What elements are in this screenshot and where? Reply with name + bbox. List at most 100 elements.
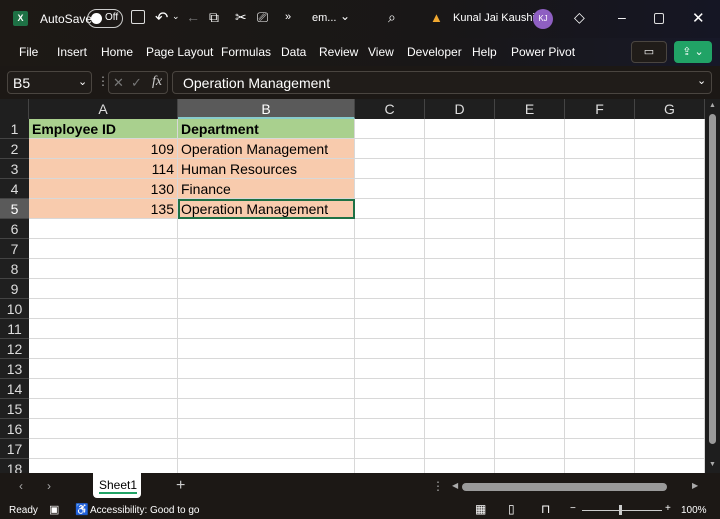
paste-icon[interactable]: ⧉ (209, 9, 219, 26)
cell-employee-id[interactable]: 130 (29, 179, 178, 199)
chevron-down-icon[interactable]: ⌄ (78, 75, 87, 88)
cell[interactable] (425, 259, 495, 279)
next-sheet-icon[interactable]: › (47, 479, 51, 493)
zoom-slider[interactable] (582, 510, 662, 511)
user-name[interactable]: Kunal Jai Kaushik (453, 12, 540, 24)
cell[interactable] (495, 199, 565, 219)
cell[interactable] (29, 379, 178, 399)
zoom-out-icon[interactable]: − (570, 503, 576, 514)
cell[interactable] (425, 219, 495, 239)
cell-department[interactable]: Operation Management (178, 139, 355, 159)
row-header-3[interactable]: 3 (0, 159, 29, 179)
cell[interactable] (425, 299, 495, 319)
cell[interactable] (29, 219, 178, 239)
cell[interactable] (29, 239, 178, 259)
macro-record-icon[interactable]: ▣ (49, 503, 59, 516)
insert-function-icon[interactable]: fx (152, 74, 162, 90)
cell[interactable] (635, 199, 705, 219)
cell[interactable] (355, 279, 425, 299)
cell[interactable] (565, 119, 635, 139)
cell[interactable] (178, 259, 355, 279)
cell[interactable] (178, 239, 355, 259)
diamond-icon[interactable]: ◇ (574, 9, 585, 26)
cell-employee-id[interactable]: 109 (29, 139, 178, 159)
cell[interactable] (178, 319, 355, 339)
cell[interactable] (635, 319, 705, 339)
tab-developer[interactable]: Developer (407, 45, 462, 59)
formula-input[interactable]: Operation Management ⌄ (172, 71, 712, 94)
vertical-scrollbar[interactable]: ▲ ▼ (705, 99, 720, 473)
cell[interactable] (565, 339, 635, 359)
cell[interactable] (425, 339, 495, 359)
row-header-6[interactable]: 6 (0, 219, 29, 239)
cell[interactable] (425, 359, 495, 379)
cell[interactable] (178, 359, 355, 379)
cell[interactable] (565, 319, 635, 339)
cell[interactable] (355, 339, 425, 359)
row-header-17[interactable]: 17 (0, 439, 29, 459)
cell[interactable] (178, 439, 355, 459)
cell[interactable] (495, 439, 565, 459)
enter-icon[interactable]: ✓ (131, 75, 142, 91)
filename-chevron-icon[interactable]: ⌄ (340, 9, 350, 23)
cell[interactable] (565, 399, 635, 419)
cell[interactable] (495, 179, 565, 199)
tab-review[interactable]: Review (319, 45, 358, 59)
share-button[interactable]: ⇪ ⌄ (674, 41, 712, 63)
cell[interactable] (425, 139, 495, 159)
horizontal-scroll-thumb[interactable] (462, 483, 667, 491)
row-header-18[interactable]: 18 (0, 459, 29, 473)
vertical-scroll-thumb[interactable] (709, 114, 716, 444)
cell[interactable] (495, 419, 565, 439)
cell[interactable] (425, 159, 495, 179)
cell[interactable] (495, 119, 565, 139)
comments-button[interactable]: ▭ (631, 41, 667, 63)
row-header-12[interactable]: 12 (0, 339, 29, 359)
cell[interactable] (355, 299, 425, 319)
cell[interactable] (29, 399, 178, 419)
column-header-c[interactable]: C (355, 99, 425, 119)
cell[interactable] (635, 419, 705, 439)
avatar[interactable]: KJ (533, 9, 553, 29)
zoom-in-icon[interactable]: + (665, 503, 671, 514)
tab-insert[interactable]: Insert (57, 45, 87, 59)
accessibility-icon[interactable]: ♿ (75, 503, 89, 516)
save-icon[interactable] (131, 10, 145, 24)
close-icon[interactable]: ✕ (692, 9, 705, 27)
cell[interactable] (425, 439, 495, 459)
scroll-right-icon[interactable]: ▶ (692, 481, 698, 490)
cell[interactable] (495, 379, 565, 399)
filename[interactable]: em... (312, 12, 336, 24)
cell[interactable] (425, 319, 495, 339)
cell[interactable] (565, 259, 635, 279)
cell[interactable] (565, 219, 635, 239)
tab-view[interactable]: View (368, 45, 394, 59)
cell[interactable] (425, 379, 495, 399)
cell-employee-id[interactable]: 135 (29, 199, 178, 219)
page-layout-view-icon[interactable]: ▯ (508, 502, 515, 516)
header-department[interactable]: Department (178, 119, 355, 139)
cell[interactable] (565, 439, 635, 459)
cell[interactable] (565, 359, 635, 379)
undo-dropdown-icon[interactable]: ⌄ (172, 11, 180, 22)
cell[interactable] (178, 399, 355, 419)
tab-file[interactable]: File (19, 45, 38, 59)
cell[interactable] (635, 399, 705, 419)
cell[interactable] (29, 259, 178, 279)
search-icon[interactable]: ⌕ (388, 9, 396, 26)
cell[interactable] (635, 119, 705, 139)
cell[interactable] (178, 419, 355, 439)
cell-employee-id[interactable]: 114 (29, 159, 178, 179)
cell[interactable] (425, 279, 495, 299)
cell[interactable] (425, 239, 495, 259)
cell[interactable] (635, 439, 705, 459)
column-header-g[interactable]: G (635, 99, 705, 119)
cell[interactable] (425, 459, 495, 473)
cell[interactable] (178, 339, 355, 359)
cell[interactable] (495, 319, 565, 339)
cell[interactable] (565, 159, 635, 179)
cell[interactable] (355, 179, 425, 199)
cell[interactable] (635, 279, 705, 299)
row-header-16[interactable]: 16 (0, 419, 29, 439)
tab-power-pivot[interactable]: Power Pivot (511, 45, 575, 59)
